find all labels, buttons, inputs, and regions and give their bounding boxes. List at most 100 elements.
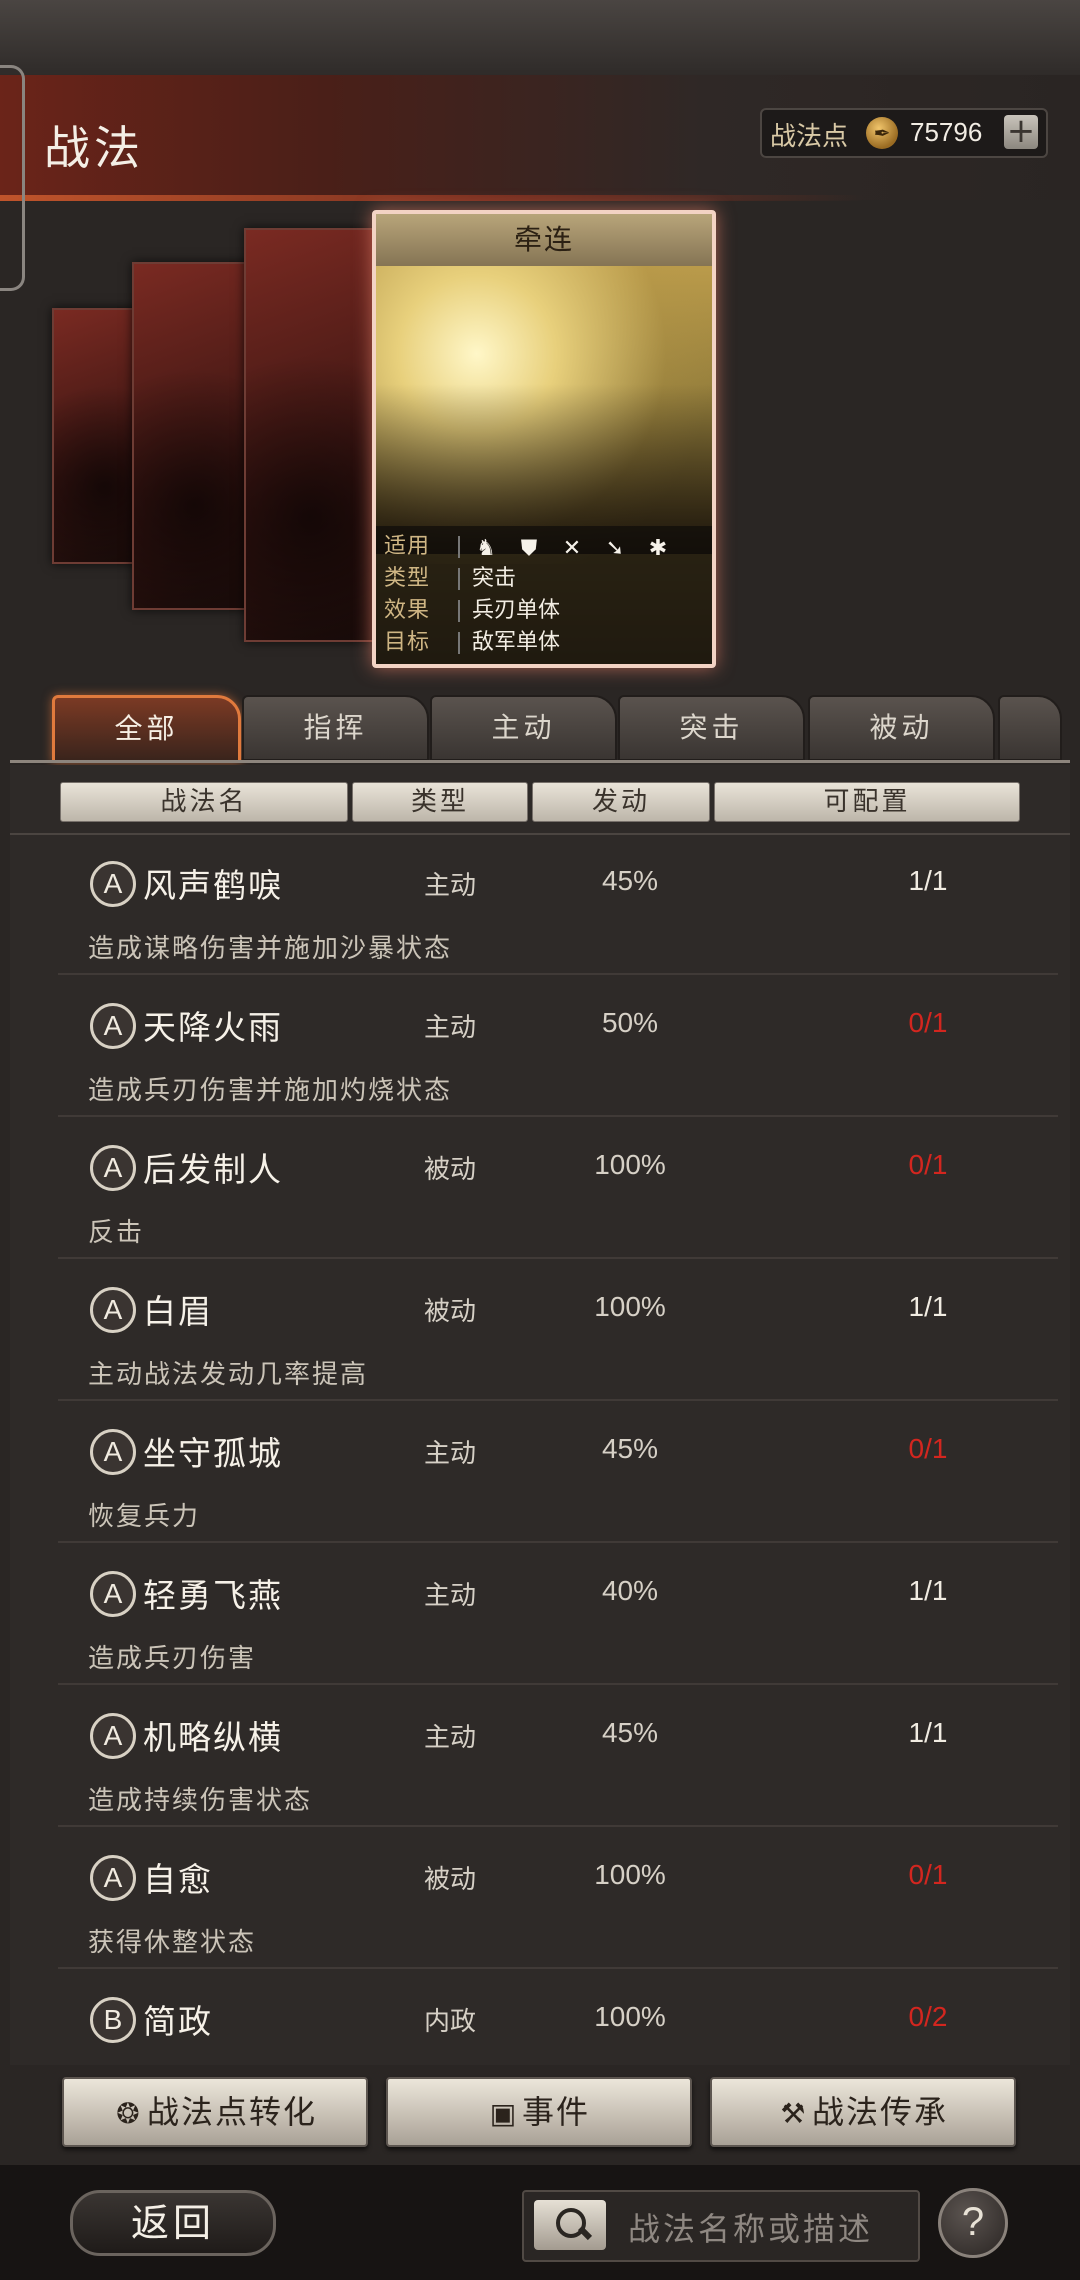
skill-grade-badge: B [90,1997,136,2043]
alert-book-icon: ▣ [489,2097,519,2130]
skill-grade-badge: A [90,861,136,907]
search-button[interactable] [534,2200,606,2250]
skill-type: 主动 [423,1013,476,1043]
skill-config-count: 0/2 [908,2001,948,2032]
convert-points-button[interactable]: ❂ 战法点转化 [62,2077,368,2147]
tab-active[interactable]: 主动 [430,695,617,761]
back-button[interactable]: 返回 [70,2190,276,2256]
side-drawer-handle[interactable] [0,65,25,291]
skill-row[interactable]: A 白眉 被动 100% 1/1 主动战法发动几率提高 [10,1261,1070,1401]
shield-icon: ⛊ [520,536,538,561]
card-info-value: 兵刃单体 [472,598,561,623]
skill-row[interactable]: A 坐守孤城 主动 45% 0/1 恢复兵力 [10,1403,1070,1543]
skill-points-value: 75796 [910,117,983,147]
skill-points-box: 战法点 ✒ 75796 + [760,108,1048,158]
skill-config-count: 0/1 [908,1433,948,1464]
page-title: 战法 [44,121,144,175]
skill-name: 后发制人 [143,1150,283,1189]
column-header-rate[interactable]: 发动 [532,782,710,822]
skill-row[interactable]: A 轻勇飞燕 主动 40% 1/1 造成兵刃伤害 [10,1545,1070,1685]
help-button[interactable]: ? [938,2188,1008,2258]
skill-type: 主动 [423,871,476,901]
convert-points-label: 战法点转化 [146,2093,317,2131]
top-strip [0,0,1080,75]
skill-grade-badge: A [90,1003,136,1049]
skill-type: 主动 [423,1581,476,1611]
skill-name: 简政 [143,2002,213,2041]
tab-assault[interactable]: 突击 [618,695,805,761]
skill-row[interactable]: A 机略纵横 主动 45% 1/1 造成持续伤害状态 [10,1687,1070,1827]
skill-row[interactable]: A 自愈 被动 100% 0/1 获得休整状态 [10,1829,1070,1969]
card-info-row-type: 类型 突击 [384,564,704,594]
row-divider [58,1967,1058,1969]
skill-type: 被动 [423,1865,476,1895]
card-info-key: 目标 [384,630,431,655]
skill-trigger-rate: 100% [594,1291,666,1322]
row-divider [58,1399,1058,1401]
card-skill-name: 牵连 [376,214,712,266]
skill-description: 恢复兵力 [88,1502,201,1532]
tab-more[interactable] [998,695,1062,761]
tab-all[interactable]: 全部 [52,695,241,763]
skill-config-count: 0/1 [908,1149,948,1180]
cavalry-icon: ♞ [476,536,496,561]
search-field[interactable]: 战法名称或描述 [522,2190,920,2262]
skill-name: 自愈 [143,1860,213,1899]
back-label: 返回 [130,2201,215,2245]
skill-grade-badge: A [90,1855,136,1901]
column-header-type[interactable]: 类型 [352,782,528,822]
skill-name: 轻勇飞燕 [143,1576,283,1615]
card-info-value: 敌军单体 [472,630,561,655]
skill-name: 白眉 [143,1292,213,1331]
column-header-config[interactable]: 可配置 [714,782,1020,822]
card-info-key: 效果 [384,598,431,623]
unit-type-icons: ♞ ⛊ ✕ ➘ ✱ [472,534,680,564]
skill-card-back-1[interactable] [244,228,376,642]
feather-coin-icon: ✒ [866,117,898,149]
skill-row[interactable]: A 后发制人 被动 100% 0/1 反击 [10,1119,1070,1259]
skill-name: 坐守孤城 [143,1434,283,1473]
inherit-skill-label: 战法传承 [811,2093,948,2131]
tab-command[interactable]: 指挥 [242,695,429,761]
skill-grade-badge: A [90,1571,136,1617]
card-info-value: 突击 [472,566,517,591]
featured-skill-card[interactable]: 牵连 适用 ♞ ⛊ ✕ ➘ ✱ 类型 突击 效果 兵刃单体 目标 敌军单体 [372,210,716,668]
flame-icon: ❂ [116,2097,142,2130]
skill-name: 机略纵横 [143,1718,283,1757]
column-header-name[interactable]: 战法名 [60,782,348,822]
skill-row[interactable]: A 天降火雨 主动 50% 0/1 造成兵刃伤害并施加灼烧状态 [10,977,1070,1117]
events-label: 事件 [521,2093,590,2131]
skill-trigger-rate: 100% [594,2001,666,2032]
bow-icon: ✕ [562,536,582,561]
siege-icon: ✱ [648,536,668,561]
skill-name: 风声鹤唳 [143,866,283,905]
skill-points-label: 战法点 [770,122,849,152]
tab-passive[interactable]: 被动 [808,695,995,761]
skill-description: 造成持续伤害状态 [88,1786,313,1816]
skill-grade-badge: A [90,1713,136,1759]
filter-tabs: 全部 指挥 主动 突击 被动 [52,695,1080,765]
header-accent [0,195,1080,201]
row-divider [58,1541,1058,1543]
skill-trigger-rate: 40% [601,1575,659,1606]
skill-type: 内政 [423,2007,476,2037]
skill-description: 反击 [88,1218,145,1248]
skill-trigger-rate: 45% [601,1717,659,1748]
skill-type: 主动 [423,1439,476,1469]
divider [458,536,460,558]
skill-trigger-rate: 100% [594,1859,666,1890]
inherit-skill-button[interactable]: ⚒ 战法传承 [710,2077,1016,2147]
skill-grade-badge: A [90,1287,136,1333]
skill-row[interactable]: A 风声鹤唳 主动 45% 1/1 造成谋略伤害并施加沙暴状态 [10,835,1070,975]
skill-type: 被动 [423,1155,476,1185]
card-info-row-usable: 适用 ♞ ⛊ ✕ ➘ ✱ [384,532,704,562]
divider [458,632,460,654]
skill-trigger-rate: 45% [601,1433,659,1464]
skill-name: 天降火雨 [143,1008,283,1047]
events-button[interactable]: ▣ 事件 [386,2077,692,2147]
add-points-button[interactable]: + [1004,114,1038,149]
skill-grade-badge: A [90,1429,136,1475]
skill-card-back-2[interactable] [132,262,256,610]
spear-icon: ➘ [605,536,625,561]
skill-grade-badge: A [90,1145,136,1191]
